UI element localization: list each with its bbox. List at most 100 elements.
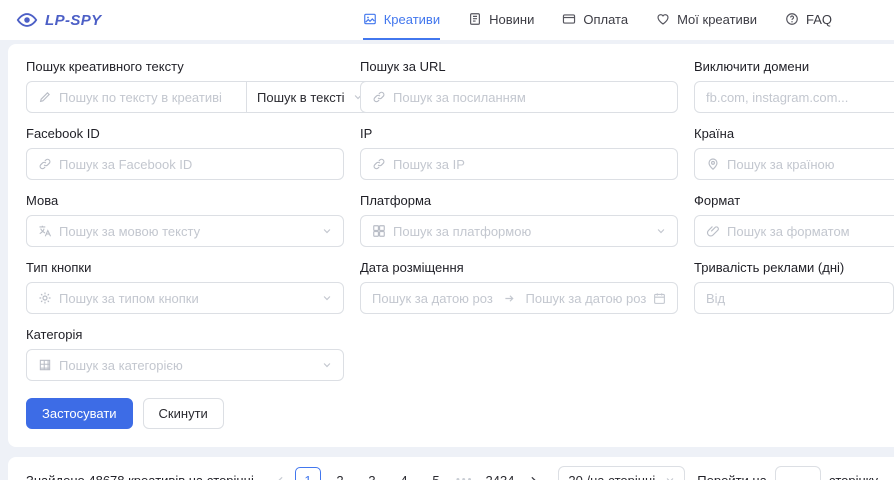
button-type-select[interactable]: [26, 282, 344, 314]
nav-label: FAQ: [806, 12, 832, 27]
brand-name: LP-SPY: [45, 12, 102, 29]
category-select[interactable]: [26, 349, 344, 381]
filter-duration: Тривалість реклами (дні): [694, 260, 894, 314]
pin-icon: [706, 157, 720, 171]
nav-label: Креативи: [384, 12, 440, 27]
brand-logo[interactable]: LP-SPY: [16, 9, 102, 31]
field-label: Тип кнопки: [26, 260, 344, 275]
text-search-mode-select[interactable]: Пошук в тексті: [247, 81, 374, 113]
nav-tab-payment[interactable]: Оплата: [562, 0, 628, 40]
pagination-bar: Знайдено 48678 креативів на сторінці 1 2…: [8, 457, 894, 480]
link-icon: [372, 157, 386, 171]
field-label: Facebook ID: [26, 126, 344, 141]
filter-date-range: Дата розміщення: [360, 260, 678, 314]
date-from-input[interactable]: [372, 291, 493, 306]
credit-card-icon: [562, 12, 576, 26]
date-to-input[interactable]: [526, 291, 647, 306]
next-page-button[interactable]: [522, 467, 544, 480]
exclude-domains-input[interactable]: [706, 90, 894, 105]
ip-input[interactable]: [393, 157, 666, 172]
field-label: Категорія: [26, 327, 344, 342]
goto-page-input[interactable]: [775, 466, 821, 480]
field-label: Платформа: [360, 193, 678, 208]
page-button-5[interactable]: 5: [423, 467, 449, 480]
facebook-id-input[interactable]: [59, 157, 332, 172]
platform-input[interactable]: [393, 224, 649, 239]
platform-select[interactable]: [360, 215, 678, 247]
platform-icon: [372, 224, 386, 238]
nav-label: Оплата: [583, 12, 628, 27]
filter-language: Мова: [26, 193, 344, 247]
nav-label: Новини: [489, 12, 534, 27]
country-input[interactable]: [727, 157, 894, 172]
language-select[interactable]: [26, 215, 344, 247]
arrow-right-icon: [500, 293, 519, 304]
field-label: Країна: [694, 126, 894, 141]
page-size-select[interactable]: 20 /на сторінці: [558, 466, 685, 480]
nav-label: Мої креативи: [677, 12, 757, 27]
pagination-ellipsis[interactable]: •••: [456, 474, 474, 480]
results-summary: Знайдено 48678 креативів на сторінці: [26, 473, 254, 480]
calendar-icon: [653, 292, 666, 305]
field-label: Виключити домени: [694, 59, 894, 74]
chevron-down-icon: [322, 293, 332, 303]
button-type-input[interactable]: [59, 291, 315, 306]
gear-icon: [38, 291, 52, 305]
main-nav: Креативи Новини Оплата Мої креативи FAQ: [363, 0, 878, 40]
question-icon: [785, 12, 799, 26]
reset-button[interactable]: Скинути: [143, 398, 224, 429]
pencil-icon: [38, 90, 52, 104]
filters-panel: Пошук креативного тексту Пошук в тексті …: [8, 44, 894, 447]
language-input[interactable]: [59, 224, 315, 239]
page-button-1[interactable]: 1: [295, 467, 321, 480]
link-icon: [372, 90, 386, 104]
filter-facebook-id: Facebook ID: [26, 126, 344, 180]
heart-icon: [656, 12, 670, 26]
news-icon: [468, 12, 482, 26]
field-label: Дата розміщення: [360, 260, 678, 275]
goto-page-suffix: сторінку: [829, 473, 878, 480]
page-button-last[interactable]: 2434: [481, 467, 520, 480]
chevron-down-icon: [656, 226, 666, 236]
chevron-down-icon: [665, 475, 675, 480]
field-label: Формат: [694, 193, 894, 208]
filter-button-type: Тип кнопки: [26, 260, 344, 314]
filter-url: Пошук за URL: [360, 59, 678, 113]
nav-tab-faq[interactable]: FAQ: [785, 0, 832, 40]
field-label: Тривалість реклами (дні): [694, 260, 894, 275]
filter-country: Країна: [694, 126, 894, 180]
category-grid-icon: [38, 358, 52, 372]
format-input[interactable]: [727, 224, 894, 239]
page-button-4[interactable]: 4: [391, 467, 417, 480]
category-input[interactable]: [59, 358, 315, 373]
image-icon: [363, 12, 377, 26]
translate-icon: [38, 224, 52, 238]
filter-exclude-domains: Виключити домени: [694, 59, 894, 113]
field-label: IP: [360, 126, 678, 141]
link-icon: [38, 157, 52, 171]
field-label: Пошук креативного тексту: [26, 59, 344, 74]
filter-ip: IP: [360, 126, 678, 180]
creative-text-input[interactable]: [59, 90, 235, 105]
nav-tab-my-creatives[interactable]: Мої креативи: [656, 0, 757, 40]
filter-format: Формат: [694, 193, 894, 247]
filter-platform: Платформа: [360, 193, 678, 247]
filter-creative-text: Пошук креативного тексту Пошук в тексті: [26, 59, 344, 113]
duration-from-input[interactable]: [706, 291, 882, 306]
url-input[interactable]: [393, 90, 666, 105]
page-button-3[interactable]: 3: [359, 467, 385, 480]
app-header: LP-SPY Креативи Новини Оплата Мої креати…: [0, 0, 894, 40]
chevron-down-icon: [322, 360, 332, 370]
prev-page-button[interactable]: [270, 467, 292, 480]
goto-page-label: Перейти на: [697, 473, 767, 480]
field-label: Пошук за URL: [360, 59, 678, 74]
date-range-picker[interactable]: [360, 282, 678, 314]
apply-button[interactable]: Застосувати: [26, 398, 133, 429]
paperclip-icon: [706, 224, 720, 238]
field-label: Мова: [26, 193, 344, 208]
chevron-down-icon: [322, 226, 332, 236]
nav-tab-news[interactable]: Новини: [468, 0, 534, 40]
nav-tab-creatives[interactable]: Креативи: [363, 0, 440, 40]
page-button-2[interactable]: 2: [327, 467, 353, 480]
filter-category: Категорія: [26, 327, 344, 381]
